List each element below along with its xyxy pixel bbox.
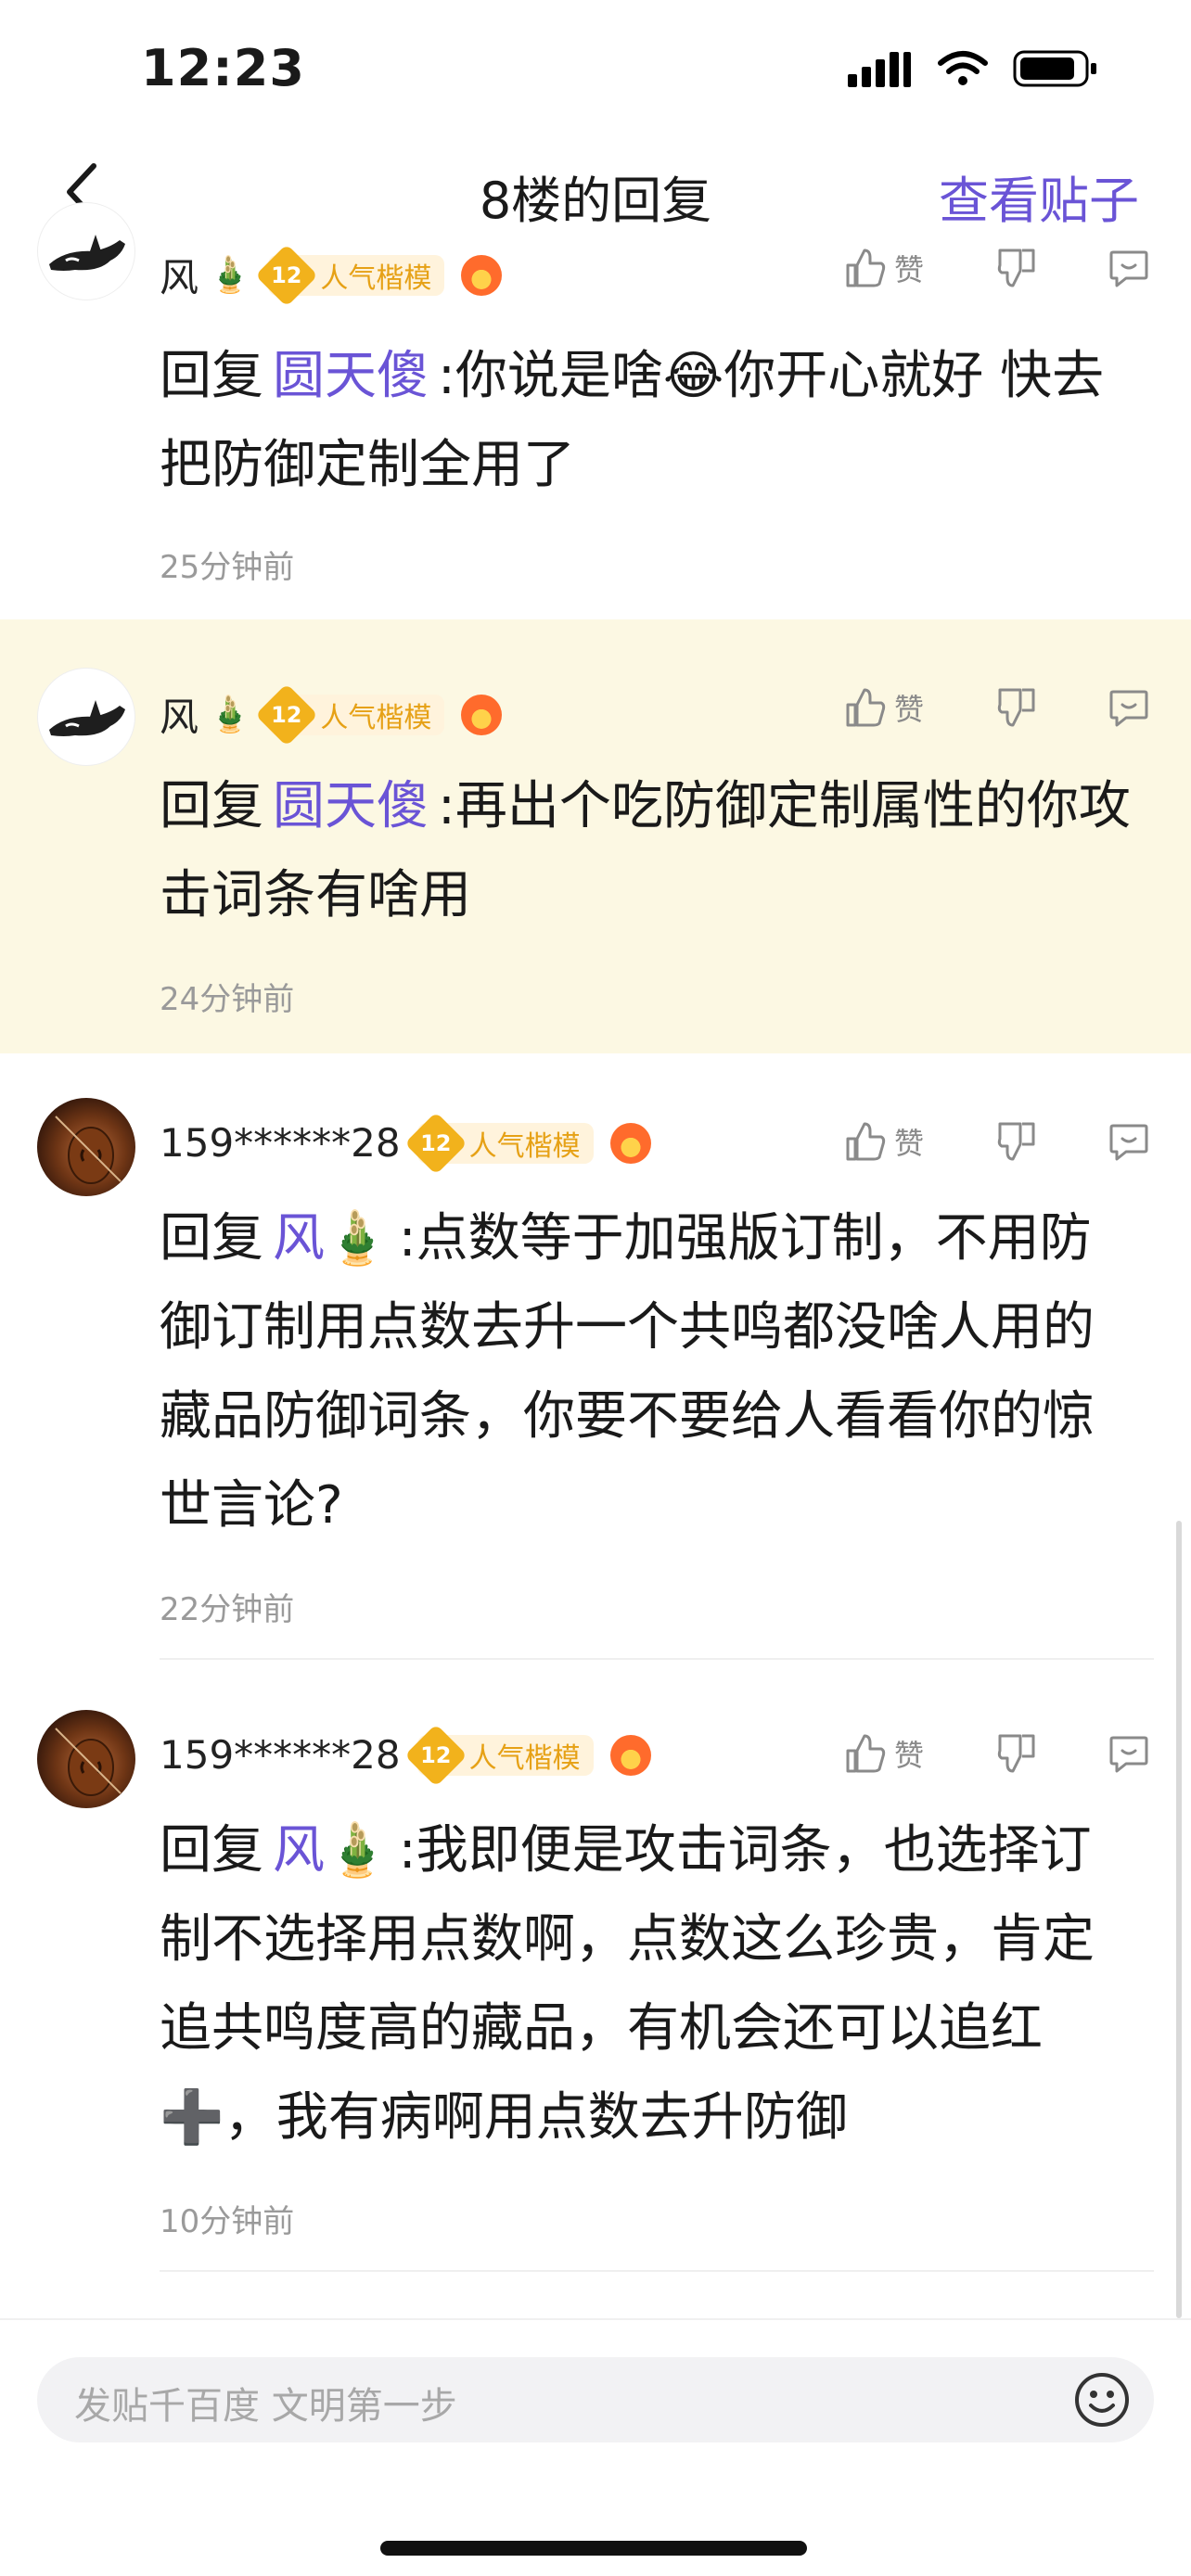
bamboo-tree-icon: 🎍 <box>208 254 252 295</box>
orca-avatar-icon <box>49 235 125 271</box>
reply-input-placeholder: 发贴千百度 文明第一步 <box>74 2385 457 2428</box>
reply-item: 风 🎍 12 人气楷模 赞 回复 圆天傻:你说是啥😂你开心就好 快去把防御定制全用… <box>0 202 1191 619</box>
scrollbar[interactable] <box>1176 1521 1182 2318</box>
level-diamond-icon: 12 <box>403 1111 467 1175</box>
thumbs-up-icon <box>846 1734 886 1773</box>
like-button[interactable]: 赞 <box>844 686 924 729</box>
level-diamond-icon: 12 <box>255 682 319 746</box>
reply-prefix: 回复 <box>160 346 263 406</box>
thumbs-down-icon[interactable] <box>996 1732 1039 1775</box>
status-icons <box>848 48 1098 89</box>
badge-title: 人气楷模 <box>468 1129 581 1163</box>
reply-bubble-icon[interactable] <box>1108 686 1150 729</box>
emoji-icon[interactable] <box>1072 2370 1132 2429</box>
divider <box>160 2270 1154 2272</box>
author-row: 159******28 12 人气楷模 <box>160 1723 651 1787</box>
timestamp: 10分钟前 <box>160 2203 295 2240</box>
reply-prefix: 回复 <box>160 1820 263 1881</box>
level-badge: 12 人气楷模 <box>255 682 445 746</box>
reply-item: 159******28 12 人气楷模 赞 回复 风🎍:我即便是攻击词条，也选择订… <box>0 1665 1191 2277</box>
reply-input-bar: 发贴千百度 文明第一步 <box>0 2318 1191 2576</box>
author-row: 风 🎍 12 人气楷模 <box>160 682 503 746</box>
wifi-icon <box>938 51 988 85</box>
timestamp: 25分钟前 <box>160 549 295 586</box>
like-label: 赞 <box>893 1738 924 1773</box>
fire-badge-icon <box>609 1122 651 1164</box>
actions: 赞 <box>844 1732 1150 1775</box>
status-bar: 12:23 <box>0 0 1191 139</box>
nav-bar: 8楼的回复 查看贴子 <box>0 139 1191 249</box>
reply-bubble-icon[interactable] <box>1108 1120 1150 1163</box>
like-button[interactable]: 赞 <box>844 1120 924 1163</box>
home-indicator <box>380 2541 807 2556</box>
cellular-signal-icon <box>848 52 911 87</box>
thumbs-down-icon[interactable] <box>996 686 1039 729</box>
reply-target-user[interactable]: 圆天傻 <box>273 776 429 836</box>
level-badge: 12 人气楷模 <box>255 243 445 307</box>
reply-target-user[interactable]: 圆天傻 <box>273 346 429 406</box>
author-row: 风 🎍 12 人气楷模 <box>160 243 503 307</box>
author-row: 159******28 12 人气楷模 <box>160 1111 651 1175</box>
avatar[interactable] <box>37 1098 135 1196</box>
reply-prefix: 回复 <box>160 776 263 836</box>
timestamp: 22分钟前 <box>160 1591 295 1628</box>
reply-input[interactable]: 发贴千百度 文明第一步 <box>37 2357 1154 2442</box>
author-name[interactable]: 159******28 <box>160 1732 401 1778</box>
actions: 赞 <box>844 686 1150 729</box>
author-name[interactable]: 风 <box>160 686 198 743</box>
status-time: 12:23 <box>141 39 305 97</box>
fire-badge-icon <box>461 254 503 296</box>
like-label: 赞 <box>893 1126 924 1161</box>
avatar[interactable] <box>37 202 135 300</box>
thumbs-down-icon[interactable] <box>996 247 1039 289</box>
reply-prefix: 回复 <box>160 1208 263 1269</box>
level-diamond-icon: 12 <box>403 1723 467 1787</box>
reply-bubble-icon[interactable] <box>1108 247 1150 289</box>
thumbs-up-icon <box>846 1122 886 1161</box>
divider <box>160 1658 1154 1660</box>
reply-item-highlighted: 风 🎍 12 人气楷模 赞 回复 圆天傻:再出个吃防御定制属性的你攻击词条有啥用 … <box>0 619 1191 1053</box>
like-label: 赞 <box>893 252 924 287</box>
author-name[interactable]: 风 <box>160 247 198 303</box>
author-name[interactable]: 159******28 <box>160 1120 401 1166</box>
timestamp: 24分钟前 <box>160 981 295 1018</box>
avatar[interactable] <box>37 668 135 766</box>
actions: 赞 <box>844 1120 1150 1163</box>
reply-bubble-icon[interactable] <box>1108 1732 1150 1775</box>
level-badge: 12 人气楷模 <box>403 1723 594 1787</box>
badge-title: 人气楷模 <box>320 261 432 295</box>
violin-avatar-icon <box>55 1116 122 1184</box>
battery-icon <box>1013 50 1096 87</box>
thumbs-up-icon <box>846 688 886 727</box>
badge-title: 人气楷模 <box>468 1741 581 1775</box>
like-button[interactable]: 赞 <box>844 247 924 289</box>
level-diamond-icon: 12 <box>255 243 319 307</box>
view-post-link[interactable]: 查看贴子 <box>939 159 1139 233</box>
reply-target-user[interactable]: 风🎍 <box>273 1208 390 1269</box>
fire-badge-icon <box>461 694 503 735</box>
actions: 赞 <box>844 247 1150 289</box>
comment-text: 回复 风🎍:点数等于加强版订制，不用防御订制用点数去升一个共鸣都没啥人用的藏品防御… <box>160 1194 1143 1550</box>
like-label: 赞 <box>893 692 924 727</box>
avatar[interactable] <box>37 1710 135 1808</box>
thumbs-down-icon[interactable] <box>996 1120 1039 1163</box>
comment-text: 回复 风🎍:我即便是攻击词条，也选择订制不选择用点数啊，点数这么珍贵，肯定追共鸣度… <box>160 1806 1143 2162</box>
fire-badge-icon <box>609 1734 651 1776</box>
orca-avatar-icon <box>49 700 125 736</box>
level-badge: 12 人气楷模 <box>403 1111 594 1175</box>
comment-text: 回复 圆天傻:再出个吃防御定制属性的你攻击词条有啥用 <box>160 762 1143 940</box>
thumbs-up-icon <box>846 249 886 287</box>
like-button[interactable]: 赞 <box>844 1732 924 1775</box>
comment-text: 回复 圆天傻:你说是啥😂你开心就好 快去把防御定制全用了 <box>160 332 1143 510</box>
violin-avatar-icon <box>55 1728 122 1796</box>
reply-item: 159******28 12 人气楷模 赞 回复 风🎍:点数等于加强版订制，不用防… <box>0 1053 1191 1665</box>
reply-target-user[interactable]: 风🎍 <box>273 1820 390 1881</box>
bamboo-tree-icon: 🎍 <box>208 694 252 734</box>
badge-title: 人气楷模 <box>320 701 432 734</box>
